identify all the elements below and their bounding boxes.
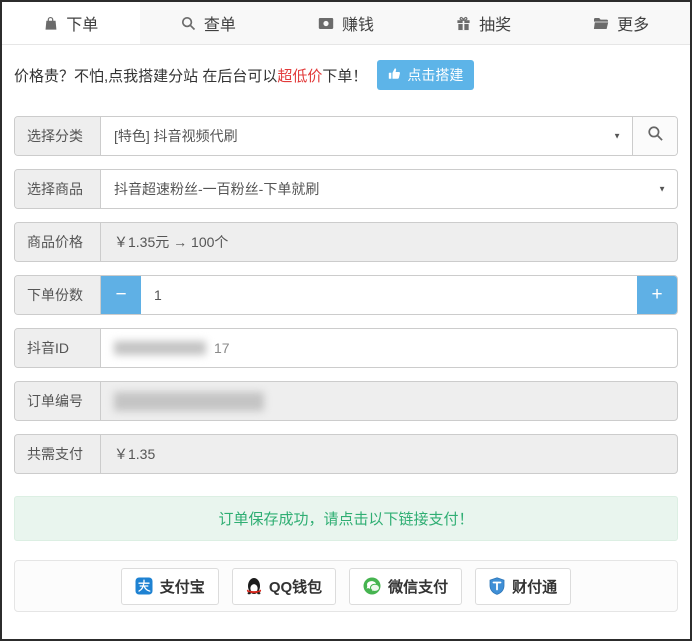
quantity-row: 下单份数 − + <box>14 275 678 315</box>
wechat-pay-label: 微信支付 <box>388 576 448 597</box>
tenpay-label: 财付通 <box>512 576 557 597</box>
minus-icon: − <box>115 284 126 306</box>
promo-text: 价格贵？不怕,点我搭建分站 在后台可以超低价下单！ <box>14 65 367 86</box>
redacted-order-number <box>114 392 264 411</box>
payment-panel: 支付宝 QQ钱包 微信支付 财付通 <box>14 560 678 612</box>
price-row: 商品价格 ￥1.35元 → 100个 <box>14 222 678 262</box>
build-substation-button[interactable]: 点击搭建 <box>377 60 474 90</box>
tab-more[interactable]: 更多 <box>552 2 690 44</box>
price-label: 商品价格 <box>15 223 101 261</box>
category-row: 选择分类 [特色] 抖音视频代刷 ▼ <box>14 116 678 156</box>
order-form: 选择分类 [特色] 抖音视频代刷 ▼ 选择商品 抖音超速粉丝-一百粉丝-下单就刷… <box>14 116 678 474</box>
order-number-row: 订单编号 <box>14 381 678 421</box>
total-value: ￥1.35 <box>101 435 677 473</box>
tab-label: 查单 <box>204 11 236 35</box>
folder-icon <box>593 17 609 30</box>
product-select[interactable]: 抖音超速粉丝-一百粉丝-下单就刷 ▼ <box>101 170 677 208</box>
redacted-douyin-id <box>114 341 206 355</box>
search-icon <box>647 125 664 147</box>
tab-lottery[interactable]: 抽奖 <box>415 2 553 44</box>
quantity-input[interactable] <box>141 276 637 314</box>
alipay-label: 支付宝 <box>160 576 205 597</box>
tab-label: 赚钱 <box>342 11 374 35</box>
quantity-minus-button[interactable]: − <box>101 276 141 314</box>
category-label: 选择分类 <box>15 117 101 155</box>
build-button-label: 点击搭建 <box>407 65 463 85</box>
redaction-patch-top <box>10 2 120 9</box>
order-number-value <box>101 382 677 420</box>
redaction-patch-left <box>2 12 9 44</box>
quantity-plus-button[interactable]: + <box>637 276 677 314</box>
douyin-id-label: 抖音ID <box>15 329 101 367</box>
total-label: 共需支付 <box>15 435 101 473</box>
tab-label: 更多 <box>617 11 649 35</box>
category-select[interactable]: [特色] 抖音视频代刷 ▼ <box>101 117 632 155</box>
douyin-id-row: 抖音ID 17 <box>14 328 678 368</box>
quantity-label: 下单份数 <box>15 276 101 314</box>
product-label: 选择商品 <box>15 170 101 208</box>
product-selected-value: 抖音超速粉丝-一百粉丝-下单就刷 <box>114 179 319 199</box>
thumbs-up-icon <box>388 67 401 83</box>
douyin-id-input[interactable]: 17 <box>101 329 677 367</box>
tenpay-icon <box>489 577 505 595</box>
order-number-label: 订单编号 <box>15 382 101 420</box>
plus-icon: + <box>651 284 662 306</box>
wechat-pay-button[interactable]: 微信支付 <box>349 568 462 605</box>
price-value: ￥1.35元 → 100个 <box>101 223 677 261</box>
tab-earn-money[interactable]: 赚钱 <box>277 2 415 44</box>
tab-label: 抽奖 <box>479 11 511 35</box>
promo-highlight: 超低价 <box>277 68 322 85</box>
tab-check-order[interactable]: 查单 <box>140 2 278 44</box>
qq-wallet-icon <box>246 577 262 595</box>
category-search-button[interactable] <box>632 117 677 155</box>
chevron-down-icon: ▼ <box>658 185 666 194</box>
chevron-down-icon: ▼ <box>613 132 621 141</box>
tenpay-button[interactable]: 财付通 <box>475 568 571 605</box>
shopping-bag-icon <box>43 16 58 31</box>
wechat-pay-icon <box>363 577 381 595</box>
qq-wallet-button[interactable]: QQ钱包 <box>232 568 336 605</box>
search-icon <box>181 16 196 31</box>
promo-notice: 价格贵？不怕,点我搭建分站 在后台可以超低价下单！ 点击搭建 <box>14 60 678 90</box>
total-row: 共需支付 ￥1.35 <box>14 434 678 474</box>
money-icon <box>318 17 334 30</box>
order-page: 下单 查单 赚钱 抽奖 更多 价格贵？不怕,点我搭 <box>0 0 692 641</box>
product-row: 选择商品 抖音超速粉丝-一百粉丝-下单就刷 ▼ <box>14 169 678 209</box>
category-selected-value: [特色] 抖音视频代刷 <box>114 126 238 146</box>
order-saved-alert: 订单保存成功，请点击以下链接支付！ <box>14 496 678 541</box>
qq-wallet-label: QQ钱包 <box>269 576 322 597</box>
gift-icon <box>456 16 471 31</box>
douyin-id-visible-suffix: 17 <box>214 340 230 356</box>
alipay-icon <box>135 577 153 595</box>
tab-label: 下单 <box>66 11 98 35</box>
alipay-button[interactable]: 支付宝 <box>121 568 219 605</box>
